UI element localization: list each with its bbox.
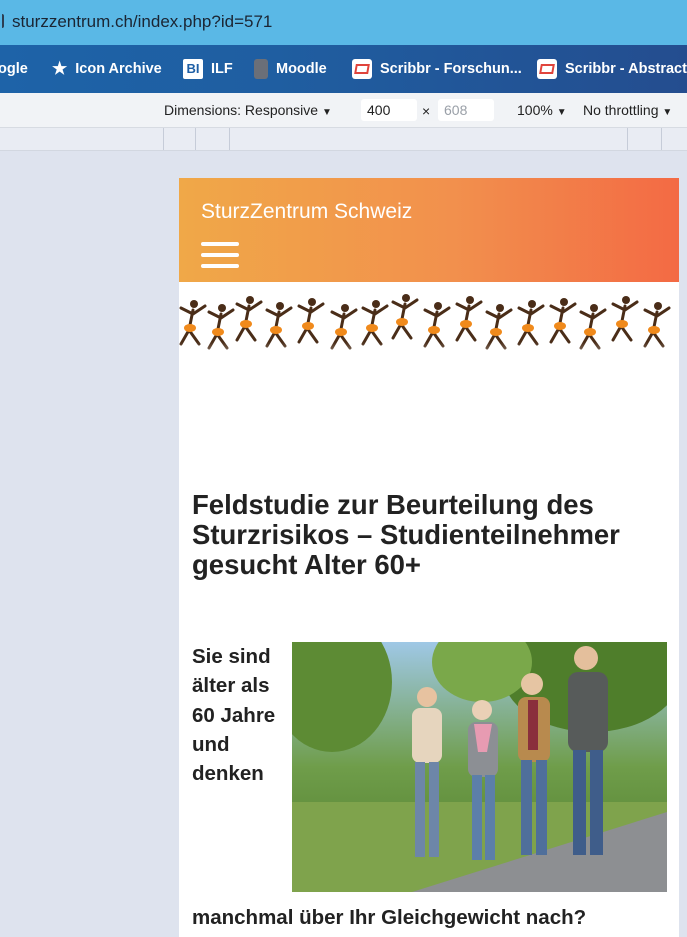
bookmark-ilf[interactable]: BI ILF	[183, 59, 233, 79]
bookmark-label: Scribbr - Abstract	[565, 61, 687, 77]
times-sign: ×	[422, 103, 431, 119]
bookmark-label: Icon Archive	[75, 61, 162, 77]
zoom-dropdown[interactable]: 100% ▼	[517, 102, 567, 118]
width-input[interactable]: 400	[361, 99, 417, 121]
address-bar[interactable]: sturzzentrum.ch/index.php?id=571	[0, 0, 687, 45]
continuation-paragraph: manchmal über Ihr Gleichgewicht nach?	[192, 906, 587, 929]
bookmark-label: Scribbr - Forschun...	[380, 61, 522, 77]
dancing-figures-banner	[179, 292, 679, 374]
throttling-label: No throttling	[583, 102, 659, 118]
ruler-segment[interactable]	[163, 128, 164, 150]
site-header: SturzZentrum Schweiz	[179, 178, 679, 282]
dimensions-dropdown[interactable]: Dimensions: Responsive ▼	[164, 102, 332, 118]
moodle-icon	[254, 59, 268, 79]
bi-icon: BI	[183, 59, 203, 79]
chevron-down-icon: ▼	[321, 107, 332, 118]
bookmark-icon-archive[interactable]: ★ Icon Archive	[52, 59, 162, 79]
bookmarks-bar: ogle ★ Icon Archive BI ILF Moodle Scribb…	[0, 45, 687, 93]
hamburger-menu-icon[interactable]	[201, 242, 239, 272]
figure-row	[179, 292, 671, 350]
ruler-segment[interactable]	[661, 128, 662, 150]
site-title[interactable]: SturzZentrum Schweiz	[201, 200, 412, 224]
device-toolbar: Dimensions: Responsive ▼ 400 × 608 100% …	[0, 93, 687, 128]
bookmark-label: ogle	[0, 61, 28, 77]
dimensions-label: Dimensions: Responsive	[164, 102, 319, 118]
height-input[interactable]: 608	[438, 99, 494, 121]
chevron-down-icon: ▼	[662, 107, 673, 118]
zoom-label: 100%	[517, 102, 553, 118]
site-info-icon[interactable]	[0, 14, 4, 28]
bookmark-moodle[interactable]: Moodle	[254, 59, 327, 79]
bookmark-scribbr-forschung[interactable]: Scribbr - Forschun...	[352, 59, 522, 79]
bookmark-label: ILF	[211, 61, 233, 77]
page-title: Feldstudie zur Beurteilung des Sturzrisi…	[192, 489, 620, 580]
ruler-segment[interactable]	[627, 128, 628, 150]
bookmark-label: Moodle	[276, 61, 327, 77]
throttling-dropdown[interactable]: No throttling ▼	[583, 102, 672, 118]
media-query-ruler[interactable]	[0, 128, 687, 151]
chevron-down-icon: ▼	[556, 107, 567, 118]
ruler-segment[interactable]	[195, 128, 196, 150]
bookmark-scribbr-abstract[interactable]: Scribbr - Abstract	[537, 59, 687, 79]
intro-paragraph: Sie sind älter als 60 Jahre und denken	[192, 645, 276, 786]
seniors-walking-photo	[292, 642, 667, 892]
url-text[interactable]: sturzzentrum.ch/index.php?id=571	[12, 12, 272, 32]
bookmark-google[interactable]: ogle	[0, 59, 28, 79]
scribbr-icon	[352, 59, 372, 79]
page-viewport: SturzZentrum Schweiz Feldstudie zur Beur…	[179, 178, 679, 937]
ruler-segment[interactable]	[229, 128, 230, 150]
scribbr-icon	[537, 59, 557, 79]
star-icon: ★	[52, 59, 68, 78]
